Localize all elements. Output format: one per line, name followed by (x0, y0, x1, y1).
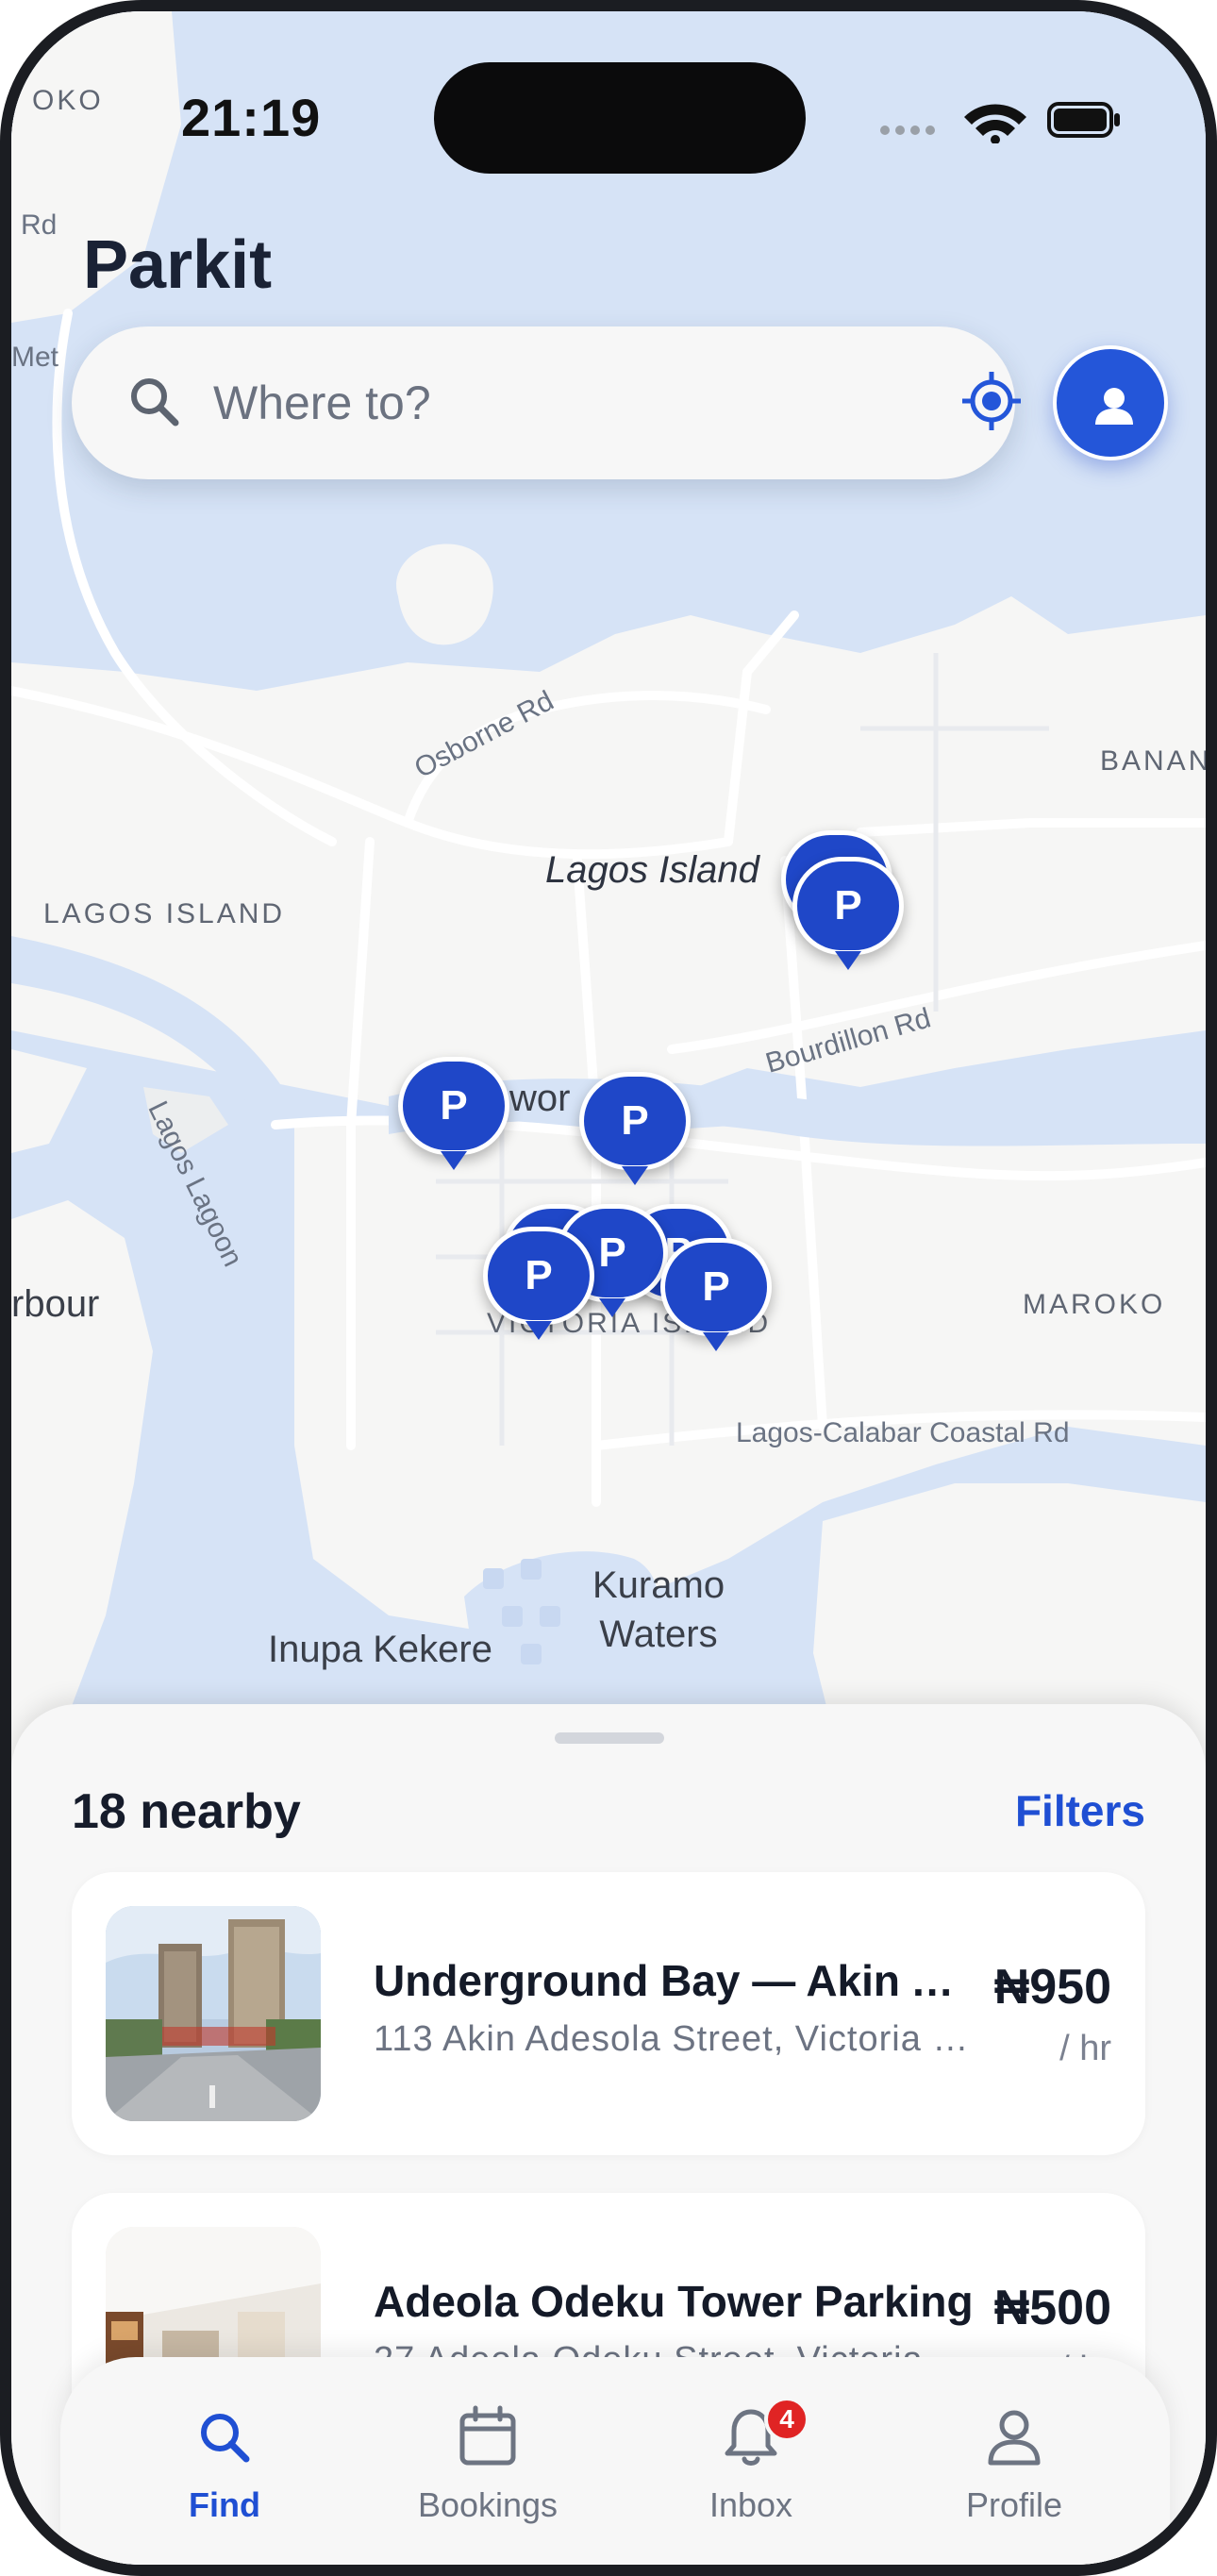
map-label-lagos-island-district: LAGOS ISLAND (43, 898, 286, 929)
map-label-banana: BANAN (1100, 745, 1206, 777)
parking-pin[interactable]: P (660, 1238, 772, 1361)
tab-find[interactable]: Find (130, 2404, 319, 2546)
map-label-metro: Met (11, 342, 59, 373)
sheet-handle[interactable] (555, 1732, 664, 1744)
app-title: Parkit (83, 227, 273, 303)
map-label-kuramo-waters: Kuramo Waters (592, 1564, 725, 1655)
map-label-rd: Rd (21, 209, 58, 241)
listing-price: ₦950 (993, 1960, 1111, 2015)
search-bar[interactable]: Where to? (72, 326, 1021, 479)
tab-bar: Find Bookings 4 Inbox Profile (60, 2357, 1170, 2565)
parking-pin[interactable]: P (792, 857, 904, 979)
user-icon (1095, 388, 1133, 425)
search-icon (131, 378, 179, 427)
inbox-badge: 4 (764, 2397, 809, 2442)
listing-card[interactable]: Underground Bay — Akin Adesola 113 Akin … (72, 1872, 1145, 2155)
map-label-ikoyi-fragment: wor (509, 1078, 571, 1119)
map-label-maroko: MAROKO (1023, 1289, 1166, 1320)
parking-pin[interactable]: P (398, 1057, 509, 1179)
cellular-signal-icon (880, 125, 935, 135)
tab-label: Profile (965, 2485, 1063, 2524)
listing-photo (106, 1906, 321, 2121)
filters-button[interactable]: Filters (1015, 1785, 1145, 1836)
tab-label: Inbox (709, 2485, 793, 2524)
tab-label: Bookings (417, 2485, 558, 2524)
parking-pin[interactable]: P (483, 1227, 594, 1349)
listing-name: Adeola Odeku Tower Parking (374, 2277, 974, 2326)
nearby-count: 18 nearby (72, 1784, 301, 1839)
tab-bookings[interactable]: Bookings (393, 2404, 582, 2546)
tab-label: Find (189, 2485, 260, 2524)
user-icon (988, 2410, 1041, 2466)
map-label-lagos-island: Lagos Island (545, 849, 759, 891)
current-location-icon[interactable] (959, 368, 1025, 434)
tab-inbox[interactable]: 4 Inbox (657, 2397, 845, 2546)
listing-price-unit: / hr (1059, 2029, 1111, 2068)
account-button[interactable] (1053, 345, 1168, 460)
map-label-harbour: rbour (11, 1283, 100, 1325)
listing-price: ₦500 (993, 2281, 1111, 2335)
listing-name: Underground Bay — Akin Adesola (374, 1956, 977, 2005)
battery-icon (1047, 102, 1120, 138)
wifi-icon (964, 104, 1026, 143)
search-input[interactable]: Where to? (213, 376, 431, 430)
tab-profile[interactable]: Profile (920, 2404, 1109, 2546)
parking-pin[interactable]: P (579, 1072, 691, 1195)
phone-frame: OKO Rd Met LAGOS ISLAND Lagos Island BAN… (0, 0, 1217, 2576)
map-label-coastal-road: Lagos-Calabar Coastal Rd (736, 1417, 1070, 1448)
status-time: 21:19 (181, 88, 322, 147)
calendar-icon (459, 2405, 516, 2466)
map-label-inupa-kekere: Inupa Kekere (268, 1629, 492, 1670)
listing-address: 113 Akin Adesola Street, Victoria Island (374, 2019, 977, 2059)
status-icons (880, 102, 1120, 143)
dynamic-island (434, 62, 806, 174)
search-icon (201, 2414, 250, 2463)
map-label-top-left: OKO (32, 85, 104, 116)
